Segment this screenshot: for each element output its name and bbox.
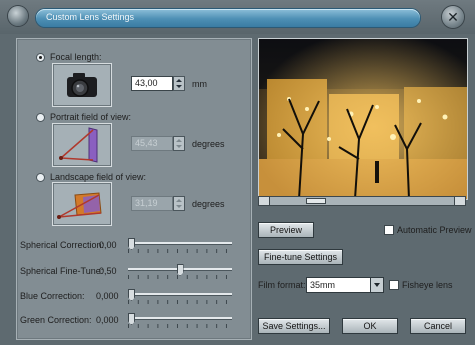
landscape-fov-input: 31,19 [131, 196, 173, 211]
focal-length-unit: mm [192, 79, 207, 89]
spherical-fine-tune-value: 0,50 [99, 266, 117, 276]
ok-button[interactable]: OK [342, 318, 398, 334]
focal-length-input[interactable]: 43,00 [131, 76, 173, 91]
focal-length-spinner[interactable] [173, 76, 185, 91]
portrait-fov-spinner [173, 136, 185, 151]
preview-image [258, 38, 468, 200]
portrait-fov-unit: degrees [192, 139, 225, 149]
close-button[interactable]: ✕ [442, 6, 464, 28]
focal-length-label: Focal length: [50, 52, 102, 62]
focal-length-radio[interactable] [36, 53, 45, 62]
film-format-value: 35mm [310, 280, 336, 290]
spherical-correction-value: 0,00 [99, 240, 117, 250]
fine-tune-settings-button[interactable]: Fine-tune Settings [258, 249, 343, 265]
portrait-fov-label: Portrait field of view: [50, 112, 132, 122]
spherical-correction-track[interactable] [128, 242, 232, 245]
scroll-right-arrow-icon[interactable] [454, 197, 465, 205]
window-menu-icon[interactable] [8, 6, 28, 26]
spherical-correction-label: Spherical Correction: [20, 240, 105, 250]
fisheye-lens-label: Fisheye lens [402, 280, 453, 290]
portrait-fov-icon [52, 123, 112, 167]
landscape-fov-label: Landscape field of view: [50, 172, 147, 182]
dropdown-arrow-icon[interactable] [370, 278, 383, 292]
preview-scroll-thumb[interactable] [305, 198, 326, 204]
portrait-fov-input: 45,43 [131, 136, 173, 151]
automatic-preview-checkbox[interactable] [384, 225, 394, 235]
portrait-fov-radio[interactable] [36, 113, 45, 122]
landscape-fov-unit: degrees [192, 199, 225, 209]
blue-correction-value: 0,000 [96, 291, 119, 301]
film-format-select[interactable]: 35mm [306, 277, 384, 293]
landscape-fov-radio[interactable] [36, 173, 45, 182]
green-correction-label: Green Correction: [20, 315, 92, 325]
preview-button[interactable]: Preview [258, 222, 314, 238]
automatic-preview-label: Automatic Preview [397, 225, 472, 235]
green-correction-ticks [128, 324, 232, 328]
save-settings-button[interactable]: Save Settings... [258, 318, 330, 334]
green-correction-value: 0,000 [96, 315, 119, 325]
fisheye-lens-checkbox[interactable] [389, 280, 399, 290]
spherical-correction-ticks [128, 249, 232, 253]
blue-correction-label: Blue Correction: [20, 291, 85, 301]
spherical-fine-tune-label: Spherical Fine-Tune: [20, 266, 104, 276]
blue-correction-track[interactable] [128, 293, 232, 296]
green-correction-track[interactable] [128, 317, 232, 320]
landscape-fov-icon [52, 182, 112, 226]
preview-horizontal-scrollbar[interactable] [258, 196, 466, 206]
landscape-fov-spinner [173, 196, 185, 211]
scroll-left-arrow-icon[interactable] [259, 197, 270, 205]
camera-icon [52, 63, 112, 107]
blue-correction-ticks [128, 300, 232, 304]
cancel-button[interactable]: Cancel [410, 318, 466, 334]
film-format-label: Film format: [258, 280, 306, 290]
window-title: Custom Lens Settings [46, 12, 135, 22]
